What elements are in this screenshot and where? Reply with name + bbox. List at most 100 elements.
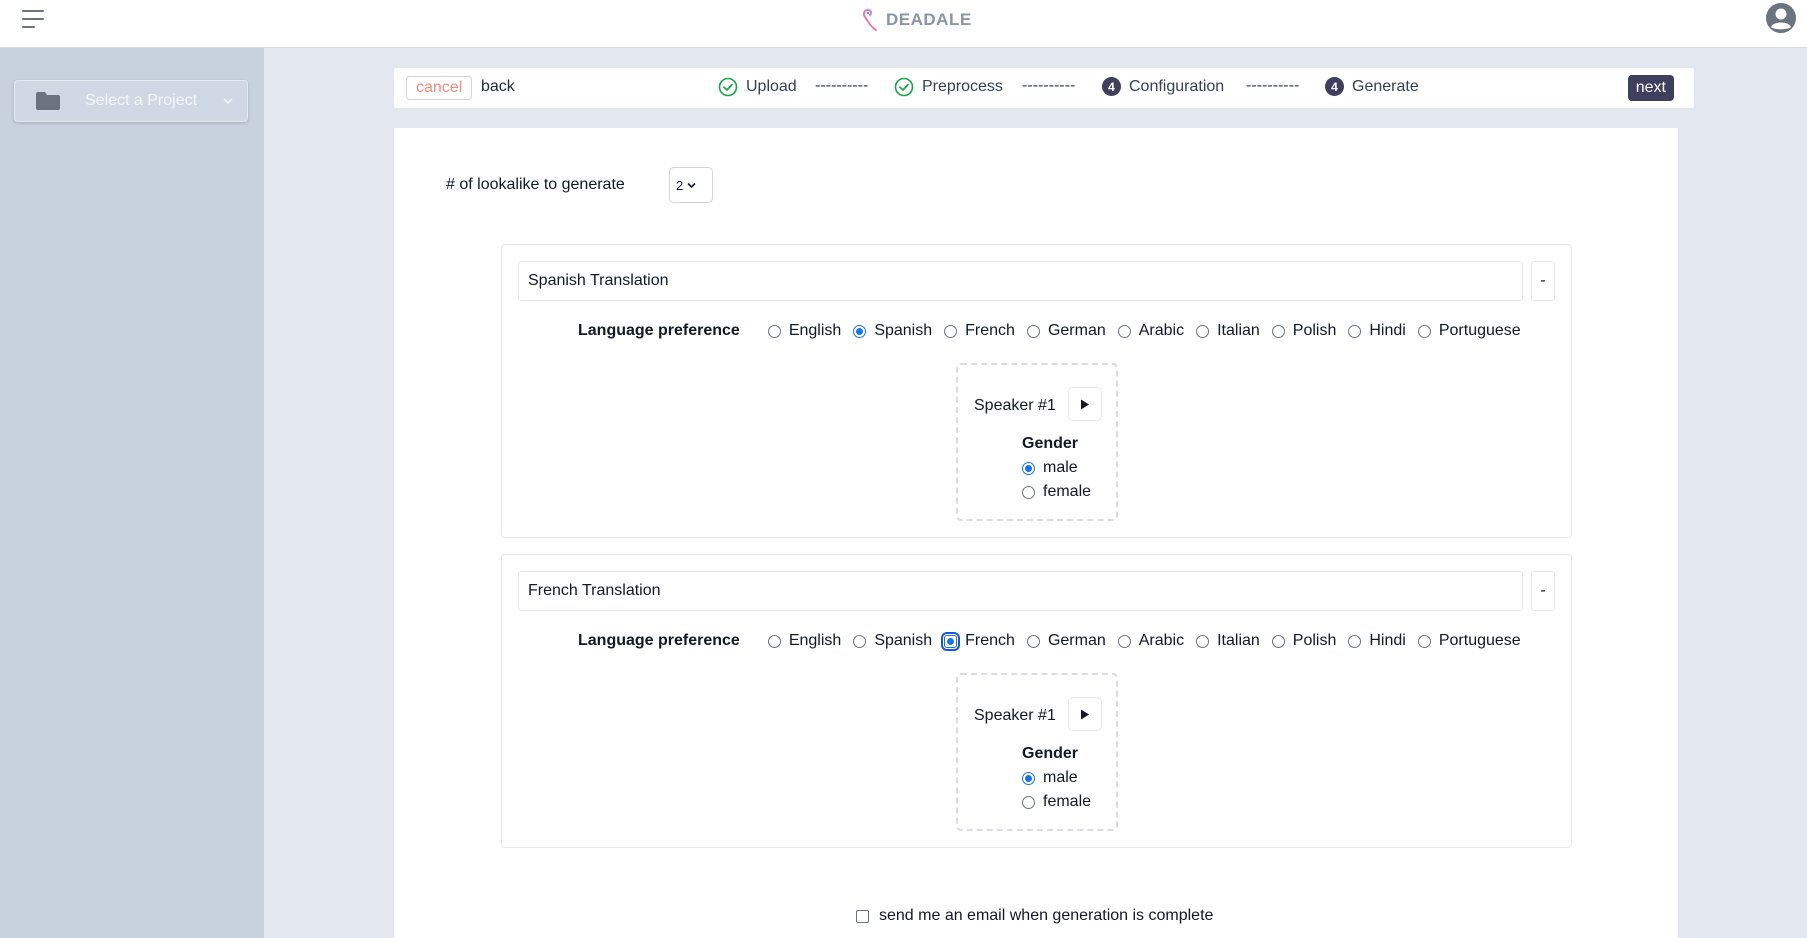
translation-card-spanish: - Language preference English Spanish Fr… (501, 244, 1572, 538)
email-notify-checkbox[interactable] (856, 909, 869, 923)
language-preference-label: Language preference (578, 322, 740, 339)
lookalike-count-select[interactable]: 2 (669, 167, 713, 203)
radio-button[interactable] (1117, 634, 1131, 648)
email-notify-option[interactable]: send me an email when generation is comp… (856, 907, 1213, 925)
radio-button[interactable] (1022, 461, 1035, 475)
chevron-down-icon (687, 182, 696, 188)
wizard-stepper: cancel back Upload ---------- Preprocess… (394, 68, 1694, 108)
language-option-spanish[interactable]: Spanish (853, 322, 932, 340)
radio-button[interactable] (1022, 771, 1035, 785)
gender-option-female[interactable]: female (1022, 483, 1091, 501)
radio-button[interactable] (1271, 634, 1285, 648)
lookalike-count-value: 2 (676, 177, 684, 193)
radio-button[interactable] (767, 324, 781, 338)
gender-label: Gender (1022, 745, 1079, 762)
language-option-italian[interactable]: Italian (1196, 322, 1260, 340)
language-option-italian[interactable]: Italian (1196, 632, 1260, 650)
radio-button[interactable] (1026, 324, 1040, 338)
gender-option-label: male (1043, 459, 1078, 476)
language-option-spanish[interactable]: Spanish (853, 632, 932, 650)
play-icon (1081, 399, 1089, 409)
language-option-label: Hindi (1369, 322, 1406, 339)
translation-title-input[interactable] (518, 571, 1523, 611)
radio-button[interactable] (1022, 795, 1035, 809)
gender-label: Gender (1022, 435, 1079, 452)
language-option-arabic[interactable]: Arabic (1117, 632, 1184, 650)
radio-button[interactable] (944, 324, 958, 338)
brand-name: DEADALE (886, 10, 972, 29)
speaker-title: Speaker #1 (974, 397, 1056, 414)
language-option-french[interactable]: French (941, 631, 1015, 651)
translation-title-input[interactable] (518, 261, 1523, 301)
gender-option-male[interactable]: male (1022, 769, 1078, 787)
language-option-arabic[interactable]: Arabic (1117, 322, 1185, 340)
language-option-english[interactable]: English (767, 322, 841, 340)
language-option-english[interactable]: English (767, 632, 842, 650)
language-option-portuguese[interactable]: Portuguese (1417, 322, 1521, 340)
step-separator: ---------- (1022, 77, 1076, 94)
cancel-button[interactable]: cancel (406, 76, 473, 100)
language-option-french[interactable]: French (944, 322, 1015, 340)
radio-button[interactable] (1196, 634, 1210, 648)
project-select[interactable]: Select a Project (14, 80, 248, 122)
step-label: Upload (746, 78, 797, 95)
next-button[interactable]: next (1627, 75, 1674, 101)
language-preference-row: Language preference English Spanish Fren… (578, 322, 1533, 340)
language-preference-label: Language preference (578, 632, 740, 649)
language-option-label: German (1047, 322, 1106, 339)
lookalike-count-label: # of lookalike to generate (446, 176, 625, 193)
gender-option-male[interactable]: male (1022, 459, 1078, 477)
radio-button[interactable] (1417, 634, 1431, 648)
radio-button[interactable] (1196, 324, 1210, 338)
language-preference-row: Language preference English Spanish Fren… (578, 631, 1533, 651)
speaker-config: Speaker #1 Gender male female (956, 363, 1118, 521)
sidebar: Select a Project (0, 48, 264, 938)
language-option-hindi[interactable]: Hindi (1348, 632, 1406, 650)
user-avatar-icon[interactable] (1765, 2, 1797, 34)
language-option-polish[interactable]: Polish (1271, 322, 1336, 340)
play-button[interactable] (1068, 697, 1102, 731)
language-option-label: English (788, 632, 842, 649)
language-option-label: French (965, 632, 1015, 649)
language-option-portuguese[interactable]: Portuguese (1417, 632, 1521, 650)
radio-button[interactable] (853, 324, 867, 338)
language-option-label: Hindi (1369, 632, 1406, 649)
radio-button[interactable] (941, 631, 961, 651)
radio-button[interactable] (1348, 324, 1362, 338)
remove-translation-button[interactable]: - (1531, 571, 1555, 611)
speaker-title: Speaker #1 (974, 707, 1056, 724)
check-circle-icon (718, 77, 738, 97)
remove-translation-button[interactable]: - (1531, 261, 1555, 301)
chevron-down-icon (223, 98, 233, 105)
step-separator: ---------- (1246, 77, 1300, 94)
step-number-badge: 4 (1102, 77, 1121, 96)
language-option-hindi[interactable]: Hindi (1348, 322, 1406, 340)
radio-button[interactable] (767, 634, 781, 648)
radio-button[interactable] (1271, 324, 1285, 338)
generation-config-panel: # of lookalike to generate 2 - Language … (394, 128, 1679, 938)
radio-button[interactable] (1022, 485, 1035, 499)
language-option-polish[interactable]: Polish (1271, 632, 1337, 650)
language-option-label: French (965, 322, 1015, 339)
radio-button[interactable] (1348, 634, 1362, 648)
speaker-config: Speaker #1 Gender male female (956, 673, 1118, 831)
language-option-label: Italian (1217, 322, 1260, 339)
language-option-german[interactable]: German (1026, 632, 1106, 650)
check-circle-icon (894, 77, 914, 97)
gender-option-label: male (1043, 769, 1078, 786)
gender-option-female[interactable]: female (1022, 793, 1091, 811)
back-link[interactable]: back (481, 78, 515, 96)
translation-card-french: - Language preference English Spanish Fr… (501, 554, 1572, 848)
radio-button[interactable] (1026, 634, 1040, 648)
bird-logo-icon (863, 9, 877, 31)
play-button[interactable] (1068, 387, 1102, 421)
radio-button[interactable] (853, 634, 867, 648)
folder-icon (36, 92, 60, 110)
menu-icon[interactable] (22, 10, 48, 32)
radio-button[interactable] (1117, 324, 1131, 338)
radio-button[interactable] (1417, 324, 1431, 338)
step-separator: ---------- (815, 77, 869, 94)
language-option-label: Polish (1292, 632, 1337, 649)
language-option-label: Arabic (1138, 322, 1185, 339)
language-option-german[interactable]: German (1026, 322, 1106, 340)
